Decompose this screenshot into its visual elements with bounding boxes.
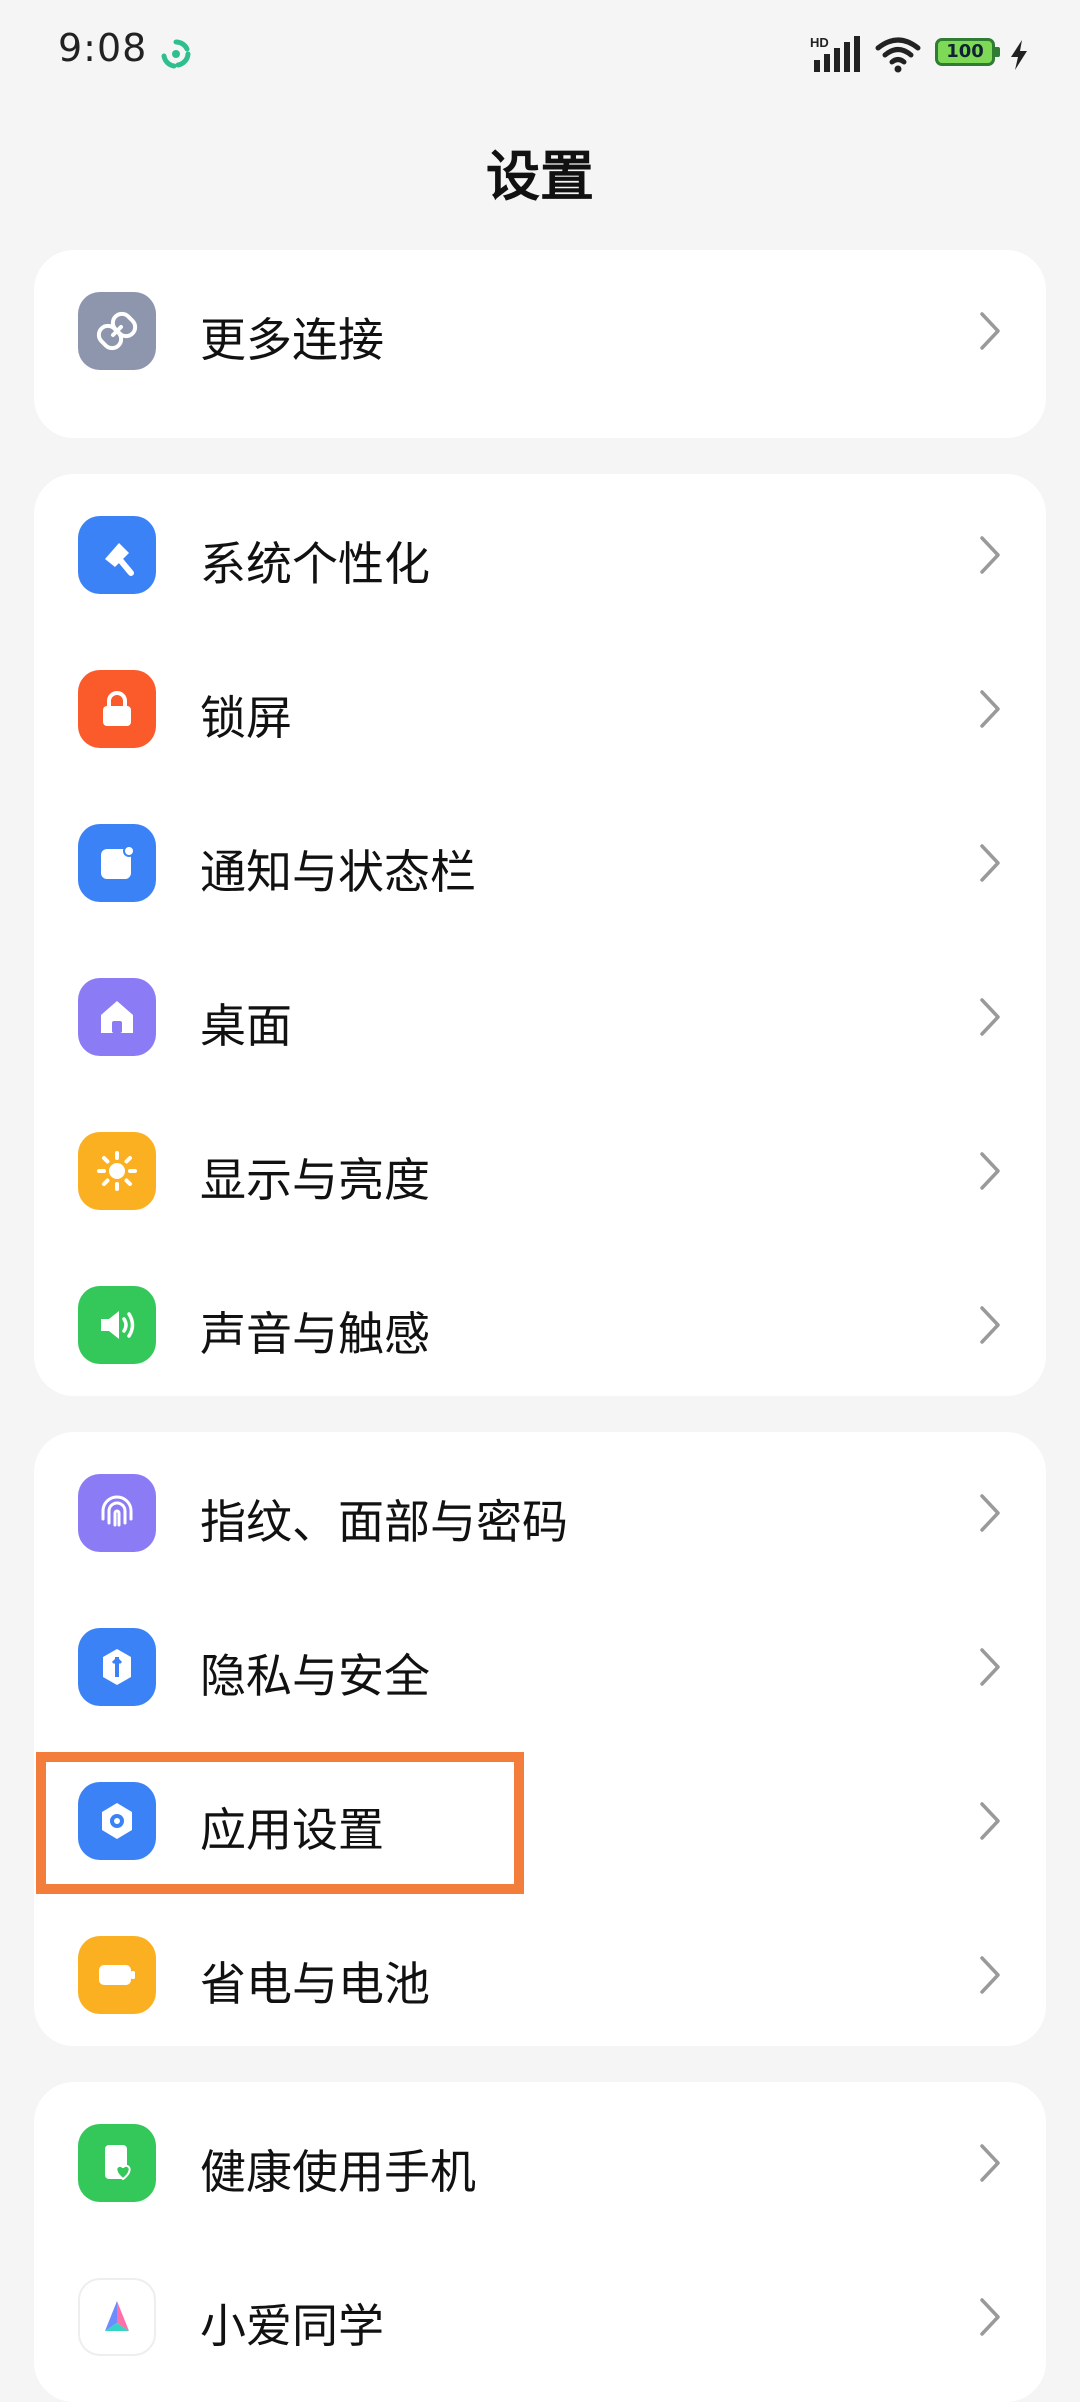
settings-item-label: 更多连接 — [200, 313, 384, 367]
chevron-right-icon — [980, 536, 1000, 574]
settings-item-sound-haptics[interactable]: 声音与触感 — [34, 1248, 1046, 1402]
battery-saver-icon — [78, 1936, 156, 2014]
chevron-right-icon — [980, 2144, 1000, 2182]
settings-item-label: 声音与触感 — [200, 1307, 430, 1361]
settings-item-display-brightness[interactable]: 显示与亮度 — [34, 1094, 1046, 1248]
chevron-right-icon — [980, 1802, 1000, 1840]
page-title: 设置 — [486, 145, 594, 208]
chevron-right-icon — [980, 998, 1000, 1036]
speaker-icon — [78, 1286, 156, 1364]
settings-item-xiaoai[interactable]: 小爱同学 — [34, 2240, 1046, 2394]
chevron-right-icon — [980, 1956, 1000, 1994]
settings-item-label: 显示与亮度 — [200, 1153, 430, 1207]
fingerprint-icon — [78, 1474, 156, 1552]
settings-item-label: 桌面 — [200, 999, 292, 1053]
settings-item-notifications[interactable]: 通知与状态栏 — [34, 786, 1046, 940]
sync-icon — [161, 39, 191, 69]
settings-item-label: 锁屏 — [200, 691, 292, 745]
battery-level: 100 — [935, 38, 995, 66]
battery-tip — [995, 47, 1000, 57]
wifi-icon — [875, 37, 921, 73]
settings-group-connectivity: 更多连接 — [34, 250, 1046, 438]
highlight-box — [36, 1752, 524, 1894]
settings-item-label: 省电与电池 — [200, 1957, 430, 2011]
brush-icon — [78, 516, 156, 594]
settings-item-label: 隐私与安全 — [200, 1649, 430, 1703]
settings-item-label: 系统个性化 — [200, 537, 430, 591]
lock-icon — [78, 670, 156, 748]
settings-item-digital-wellbeing[interactable]: 健康使用手机 — [34, 2086, 1046, 2240]
chevron-right-icon — [980, 690, 1000, 728]
chevron-right-icon — [980, 1648, 1000, 1686]
settings-item-more-connections[interactable]: 更多连接 — [34, 254, 1046, 408]
chevron-right-icon — [980, 312, 1000, 350]
chevron-right-icon — [980, 1306, 1000, 1344]
chevron-right-icon — [980, 1152, 1000, 1190]
notification-icon — [78, 824, 156, 902]
home-icon — [78, 978, 156, 1056]
settings-item-fingerprint-face-password[interactable]: 指纹、面部与密码 — [34, 1436, 1046, 1590]
settings-group-wellbeing: 健康使用手机 小爱同学 — [34, 2082, 1046, 2402]
cellular-signal-icon: HD — [810, 35, 860, 72]
settings-item-lock-screen[interactable]: 锁屏 — [34, 632, 1046, 786]
charging-icon — [1011, 40, 1027, 70]
chevron-right-icon — [980, 2298, 1000, 2336]
settings-item-home-screen[interactable]: 桌面 — [34, 940, 1046, 1094]
settings-item-label: 健康使用手机 — [200, 2145, 476, 2199]
privacy-shield-icon — [78, 1628, 156, 1706]
sun-icon — [78, 1132, 156, 1210]
xiaoai-icon — [78, 2278, 156, 2356]
chevron-right-icon — [980, 1494, 1000, 1532]
chevron-right-icon — [980, 844, 1000, 882]
settings-item-privacy-security[interactable]: 隐私与安全 — [34, 1590, 1046, 1744]
network-badge: HD — [810, 35, 829, 50]
settings-group-security: 指纹、面部与密码 隐私与安全 应用设置 省电与电池 — [34, 1432, 1046, 2046]
battery-indicator: 100 — [935, 38, 1001, 70]
settings-group-personalization: 系统个性化 锁屏 通知与状态栏 桌面 显示与亮度 声音与触感 — [34, 474, 1046, 1396]
settings-item-label: 小爱同学 — [200, 2299, 384, 2353]
settings-item-battery-saver[interactable]: 省电与电池 — [34, 1898, 1046, 2052]
phone-health-icon — [78, 2124, 156, 2202]
status-bar: 9:08 HD 100 — [0, 0, 1080, 110]
link-icon — [78, 292, 156, 370]
settings-item-system-personalization[interactable]: 系统个性化 — [34, 478, 1046, 632]
settings-item-label: 指纹、面部与密码 — [200, 1495, 568, 1549]
settings-item-label: 通知与状态栏 — [200, 845, 476, 899]
status-time: 9:08 — [58, 26, 148, 70]
